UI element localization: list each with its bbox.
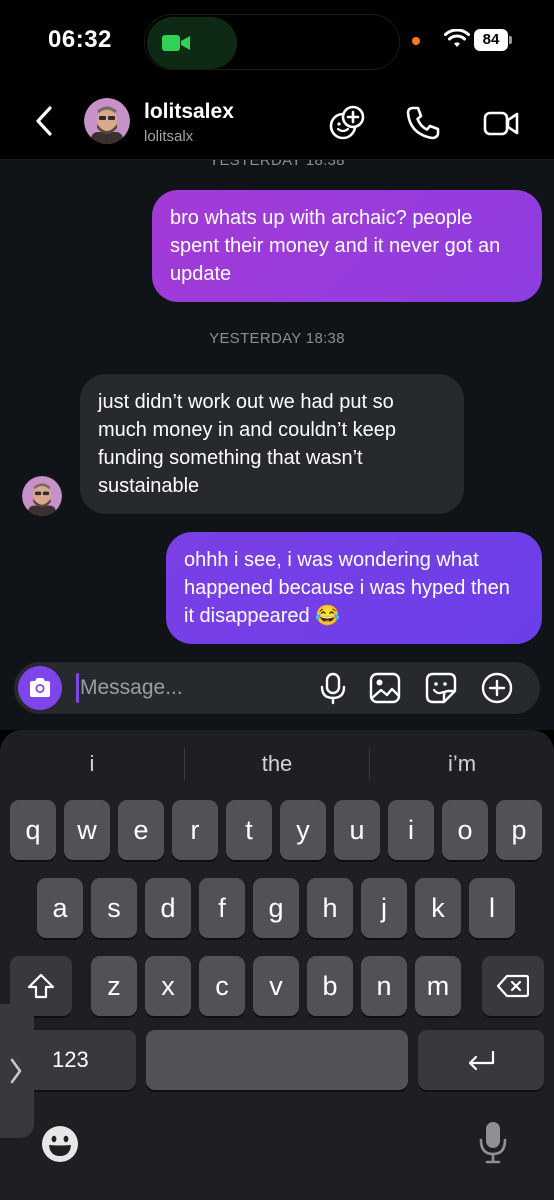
predictive-text-bar: i the i’m [0,744,554,784]
key-o[interactable]: o [442,800,488,860]
return-key[interactable] [418,1030,544,1090]
chat-header: lolitsalex lolitsalx [0,80,554,160]
key-g[interactable]: g [253,878,299,938]
suggestion[interactable]: the [185,744,369,784]
gallery-icon[interactable] [368,671,402,705]
timestamp-divider: YESTERDAY 18:38 [209,330,345,347]
key-a[interactable]: a [37,878,83,938]
mic-in-use-indicator [412,37,420,45]
shift-icon [27,973,55,999]
key-p[interactable]: p [496,800,542,860]
key-r[interactable]: r [172,800,218,860]
avatar-image [84,98,130,144]
back-chevron-icon[interactable] [28,104,62,138]
active-call-pill[interactable] [147,17,237,69]
sticker-icon[interactable] [424,671,458,705]
battery-icon: 84 [474,29,512,51]
key-i[interactable]: i [388,800,434,860]
key-l[interactable]: l [469,878,515,938]
add-icon[interactable] [480,671,514,705]
numbers-key[interactable]: 123 [20,1030,136,1090]
battery-level: 84 [474,29,508,51]
key-n[interactable]: n [361,956,407,1016]
facetime-video-icon [162,35,190,51]
status-time: 06:32 [48,26,112,53]
key-e[interactable]: e [118,800,164,860]
key-b[interactable]: b [307,956,353,1016]
key-q[interactable]: q [10,800,56,860]
key-h[interactable]: h [307,878,353,938]
text-cursor [76,673,79,703]
message-thread[interactable]: YESTERDAY 18:38 bro whats up with archai… [0,160,554,660]
suggestion[interactable]: i’m [370,744,554,784]
avatar-image [22,476,62,516]
emoji-icon[interactable] [40,1124,80,1164]
camera-icon [30,678,50,697]
backspace-icon [497,974,529,998]
keyboard-collapse-handle[interactable] [0,1004,34,1138]
incoming-message[interactable]: just didn’t work out we had put so much … [80,374,464,514]
chat-effects-icon[interactable] [328,104,366,142]
video-call-icon[interactable] [482,104,520,142]
key-d[interactable]: d [145,878,191,938]
key-v[interactable]: v [253,956,299,1016]
suggestion[interactable]: i [0,744,184,784]
backspace-key[interactable] [482,956,544,1016]
space-key[interactable] [146,1030,408,1090]
wifi-icon [444,29,470,47]
key-s[interactable]: s [91,878,137,938]
key-k[interactable]: k [415,878,461,938]
dictation-icon[interactable] [478,1120,508,1166]
sender-avatar[interactable] [22,476,62,516]
camera-button[interactable] [18,666,62,710]
key-c[interactable]: c [199,956,245,1016]
outgoing-message[interactable]: ohhh i see, i was wondering what happene… [166,532,542,644]
contact-name[interactable]: lolitsalex [144,100,234,124]
contact-handle[interactable]: lolitsalx [144,128,193,145]
microphone-icon[interactable] [316,671,350,705]
outgoing-message[interactable]: bro whats up with archaic? people spent … [152,190,542,302]
key-z[interactable]: z [91,956,137,1016]
timestamp-divider: YESTERDAY 18:38 [209,160,345,169]
message-input[interactable] [80,670,300,706]
key-m[interactable]: m [415,956,461,1016]
key-y[interactable]: y [280,800,326,860]
status-bar: 06:32 84 [0,0,554,80]
message-composer [14,662,540,714]
avatar[interactable] [84,98,130,144]
key-u[interactable]: u [334,800,380,860]
dynamic-island[interactable] [144,14,400,70]
keyboard-collapse-icon [10,1058,22,1084]
key-w[interactable]: w [64,800,110,860]
key-f[interactable]: f [199,878,245,938]
key-j[interactable]: j [361,878,407,938]
key-t[interactable]: t [226,800,272,860]
phone-icon[interactable] [404,104,442,142]
key-x[interactable]: x [145,956,191,1016]
return-icon [468,1051,495,1071]
